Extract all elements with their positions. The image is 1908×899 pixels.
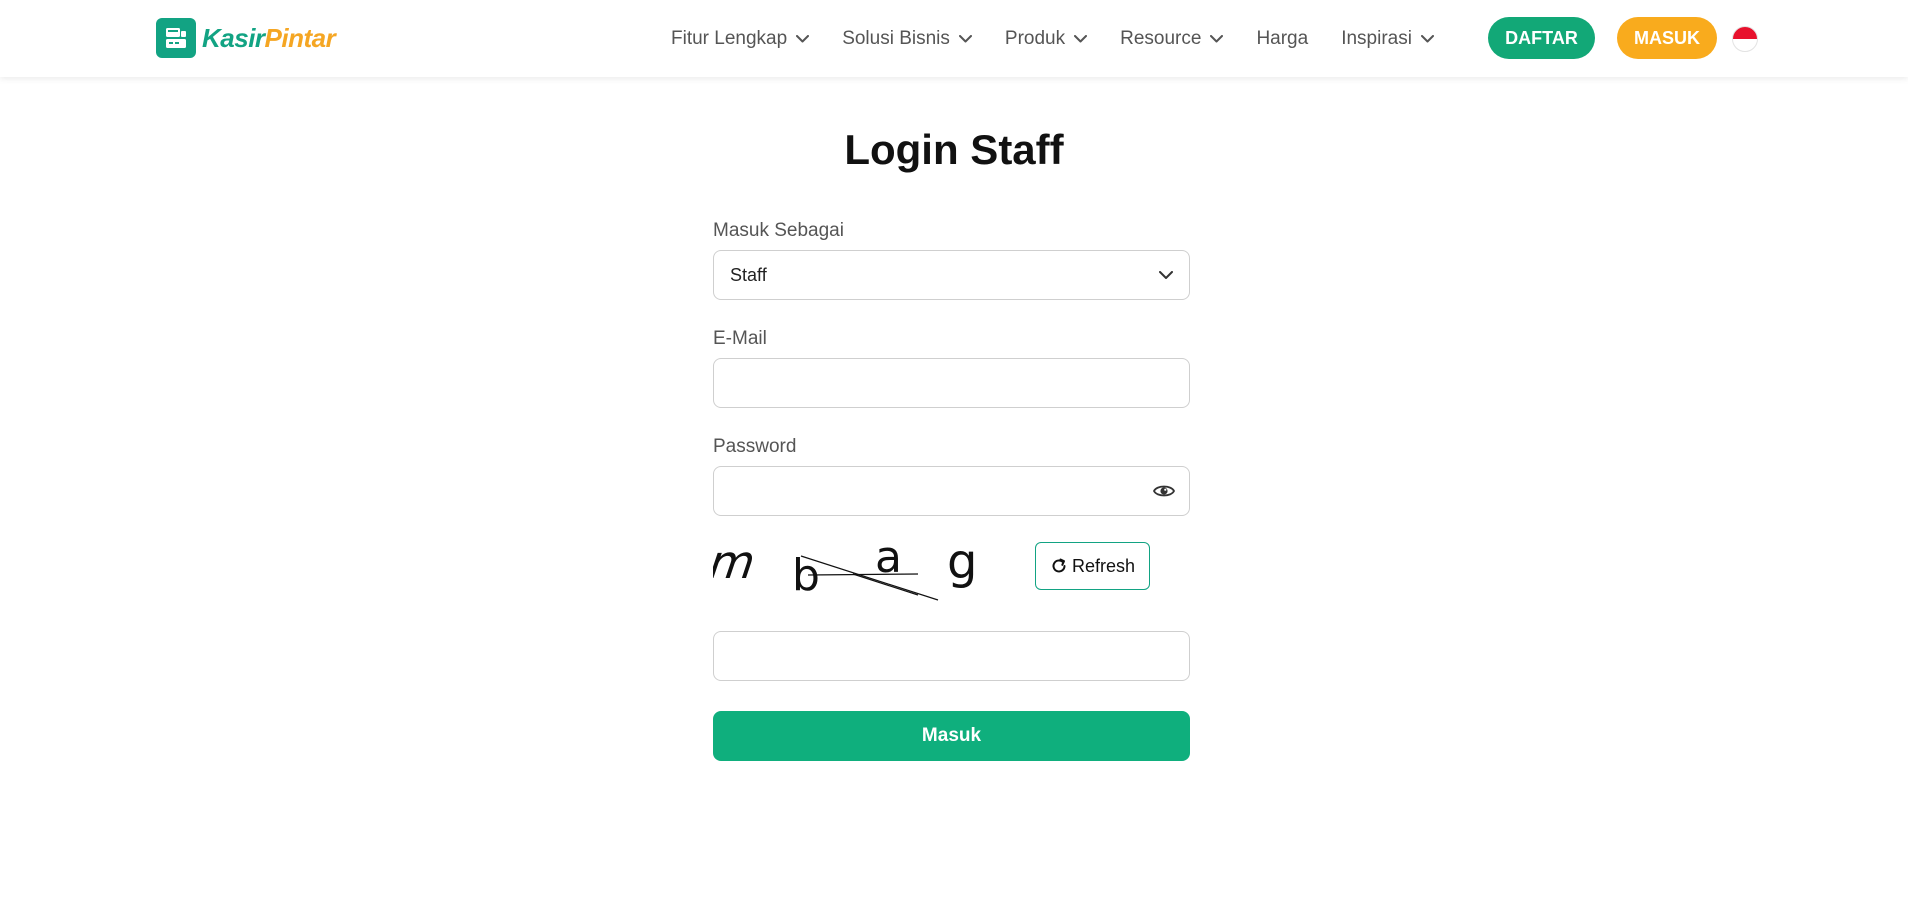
brand-name-kasir: Kasir [202,22,265,53]
chevron-down-icon [1074,34,1088,43]
chevron-down-icon [1159,270,1173,280]
page-title: Login Staff [844,126,1064,173]
brand-logo[interactable]: KasirPintar [156,18,336,58]
captcha-image: m b a g [713,540,977,601]
main-nav: Fitur Lengkap Solusi Bisnis Produk Resource… [671,0,1467,77]
nav-item-produk[interactable]: Produk [1004,27,1088,50]
masuk-submit-button[interactable]: Masuk [713,711,1190,761]
masuk-header-button[interactable]: MASUK [1617,17,1717,59]
nav-item-fitur-lengkap[interactable]: Fitur Lengkap [671,27,810,50]
password-label: Password [713,436,797,457]
nav-item-label: Resource [1120,27,1202,49]
chevron-down-icon [1210,34,1224,43]
refresh-icon [1050,557,1068,575]
role-select[interactable]: Staff [713,250,1190,300]
nav-item-solusi-bisnis[interactable]: Solusi Bisnis [842,28,972,50]
password-field-wrapper [713,466,1190,516]
refresh-label: Refresh [1071,555,1136,576]
captcha-row: m b a g Refresh [713,540,1190,610]
brand-name: KasirPintar [202,22,336,54]
refresh-captcha-button[interactable]: Refresh [1035,542,1150,590]
nav-item-label: Fitur Lengkap [671,27,788,49]
captcha-noise-line [800,555,939,601]
chevron-down-icon [796,34,810,43]
role-select-value: Staff [730,264,767,285]
top-navbar: KasirPintar Fitur Lengkap Solusi Bisnis Pr… [0,0,1908,77]
nav-item-label: Produk [1004,27,1066,49]
nav-item-label: Inspirasi [1341,27,1412,49]
role-label: Masuk Sebagai [713,220,844,241]
brand-name-pintar: Pintar [264,22,336,53]
nav-item-label: Harga [1256,27,1309,49]
nav-item-resource[interactable]: Resource [1120,27,1224,50]
chevron-down-icon [958,34,972,43]
indonesia-flag-icon[interactable] [1732,26,1758,52]
nav-item-label: Solusi Bisnis [842,27,950,49]
eye-icon[interactable] [1153,481,1175,501]
captcha-char: g [947,540,977,590]
nav-item-inspirasi[interactable]: Inspirasi [1341,28,1434,50]
nav-item-harga[interactable]: Harga [1256,28,1308,50]
email-field-wrapper [713,358,1190,408]
captcha-char: a [875,540,902,583]
captcha-field-wrapper [713,631,1190,681]
email-label: E-Mail [713,328,767,349]
cash-register-icon [156,18,196,58]
daftar-button[interactable]: DAFTAR [1488,17,1595,59]
chevron-down-icon [1420,34,1434,43]
password-field[interactable] [730,467,1173,515]
email-field[interactable] [730,359,1173,407]
captcha-input[interactable] [730,632,1173,680]
captcha-char: m [713,540,758,589]
login-form: Masuk Sebagai Staff E-Mail Password [713,220,1190,516]
